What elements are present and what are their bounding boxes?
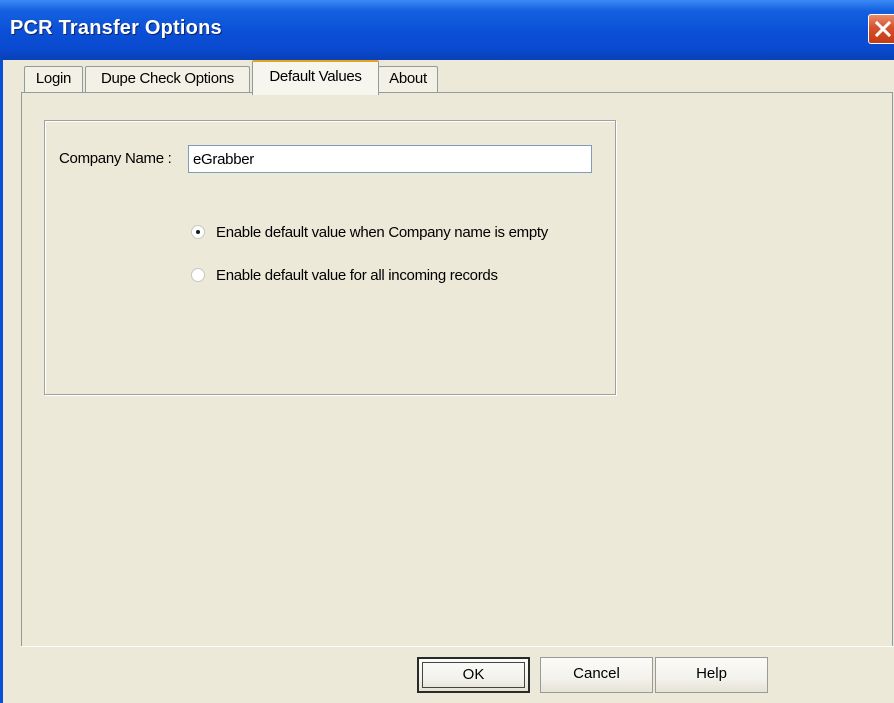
close-icon xyxy=(875,21,891,37)
title-bar[interactable]: PCR Transfer Options xyxy=(0,0,894,60)
radio-option-empty-company[interactable]: Enable default value when Company name i… xyxy=(191,222,548,242)
radio-button-empty-company[interactable] xyxy=(191,225,205,239)
ok-button-label: OK xyxy=(462,666,485,683)
window-frame-left xyxy=(0,60,3,703)
cancel-button[interactable]: Cancel xyxy=(540,657,653,693)
radio-label-empty-company: Enable default value when Company name i… xyxy=(216,223,548,241)
window-title: PCR Transfer Options xyxy=(10,17,222,39)
cancel-button-label: Cancel xyxy=(573,665,620,682)
tab-about[interactable]: About xyxy=(378,66,438,94)
help-button-label: Help xyxy=(696,665,727,682)
radio-label-all-records: Enable default value for all incoming re… xyxy=(216,266,498,284)
tab-panel-default-values: Company Name : Enable default value when… xyxy=(21,92,893,647)
button-bar-separator xyxy=(21,646,894,647)
ok-button[interactable]: OK xyxy=(417,657,530,693)
tab-default-values[interactable]: Default Values xyxy=(252,60,379,95)
company-name-input[interactable] xyxy=(188,145,592,173)
close-button[interactable] xyxy=(868,14,894,44)
tab-login[interactable]: Login xyxy=(24,66,83,94)
default-values-group: Company Name : Enable default value when… xyxy=(44,120,616,395)
radio-option-all-records[interactable]: Enable default value for all incoming re… xyxy=(191,265,498,285)
help-button[interactable]: Help xyxy=(655,657,768,693)
tab-dupe-check-options[interactable]: Dupe Check Options xyxy=(85,66,250,94)
company-name-label: Company Name : xyxy=(59,150,172,167)
radio-button-all-records[interactable] xyxy=(191,268,205,282)
